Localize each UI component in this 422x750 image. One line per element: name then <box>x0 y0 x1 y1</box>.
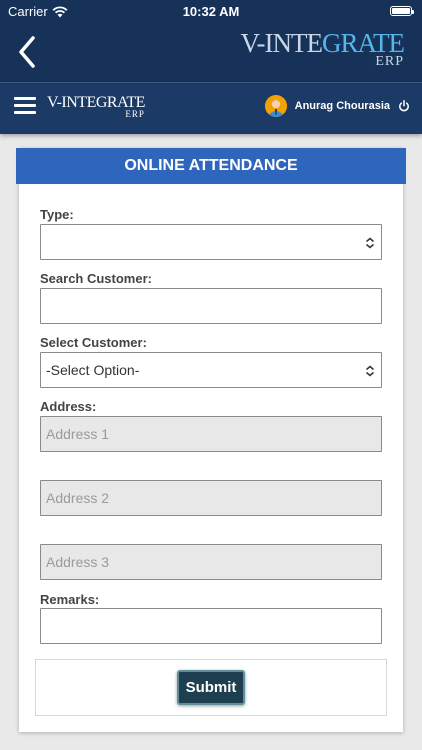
search-customer-label: Search Customer: <box>40 271 152 286</box>
brand-logo-prefix: V-INTE <box>240 28 323 58</box>
back-chevron-icon[interactable] <box>14 34 42 70</box>
app-brand-name: V-INTEGRATE <box>47 94 145 111</box>
submit-section: Submit <box>35 659 387 716</box>
brand-logo-name: V-INTEGRATE <box>240 28 406 58</box>
select-customer-value: -Select Option- <box>46 362 140 378</box>
status-time: 10:32 AM <box>182 4 240 19</box>
search-customer-field[interactable] <box>40 288 382 324</box>
attendance-form-card: ONLINE ATTENDANCE Type: Search Customer:… <box>16 148 406 732</box>
hamburger-menu-icon[interactable] <box>14 97 38 119</box>
form-title: ONLINE ATTENDANCE <box>16 148 406 184</box>
select-chevron-icon <box>366 365 374 377</box>
battery-icon <box>390 6 414 16</box>
top-nav-bar: Carrier 10:32 AM V-INTEGRATE ERP <box>0 0 422 82</box>
submit-button[interactable]: Submit <box>177 670 245 705</box>
remarks-field[interactable] <box>40 608 382 644</box>
select-chevron-icon <box>366 237 374 249</box>
status-bar: Carrier 10:32 AM <box>0 0 422 22</box>
app-header: V-INTEGRATE ERP Anurag Chourasia <box>0 82 422 134</box>
remarks-label: Remarks: <box>40 592 100 607</box>
address2-field[interactable] <box>40 480 382 516</box>
select-customer-label: Select Customer: <box>40 335 147 350</box>
search-customer-input[interactable] <box>46 289 381 323</box>
power-icon[interactable] <box>398 100 410 112</box>
remarks-input[interactable] <box>46 609 381 643</box>
user-info: Anurag Chourasia <box>264 95 410 117</box>
address1-field[interactable] <box>40 416 382 452</box>
select-customer-select[interactable]: -Select Option- <box>40 352 382 388</box>
user-name: Anurag Chourasia <box>294 100 390 112</box>
address-label: Address: <box>40 399 97 414</box>
user-avatar-icon <box>264 95 287 117</box>
app-brand: V-INTEGRATE ERP <box>47 95 145 119</box>
app-brand-sub: ERP <box>125 109 145 119</box>
brand-logo: V-INTEGRATE ERP <box>240 28 406 69</box>
address3-field[interactable] <box>40 544 382 580</box>
type-label: Type: <box>40 207 74 222</box>
address2-input[interactable] <box>46 481 381 515</box>
address3-input[interactable] <box>46 545 381 579</box>
address1-input[interactable] <box>46 417 381 451</box>
type-select[interactable] <box>40 224 382 260</box>
